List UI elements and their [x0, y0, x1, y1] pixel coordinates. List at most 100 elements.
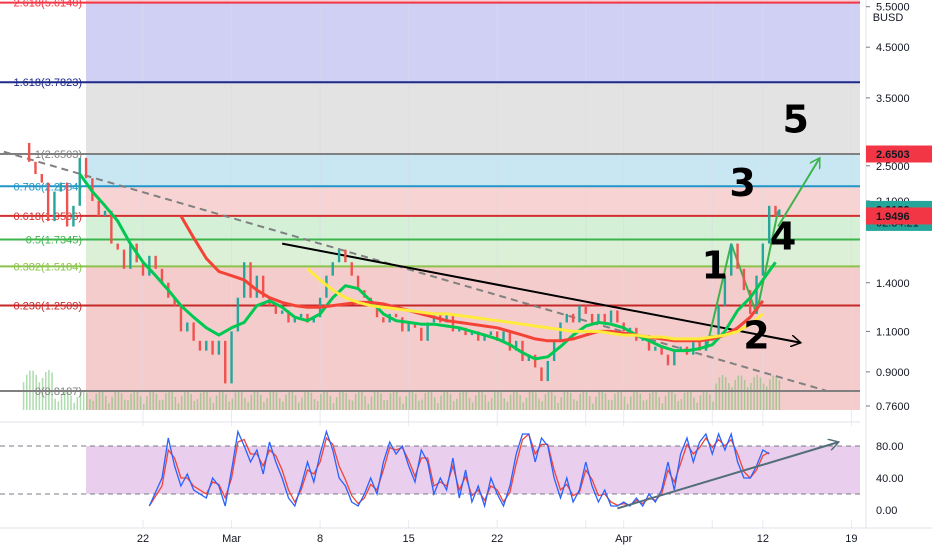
price-tick-label: 0.7600 [876, 401, 910, 413]
candle [46, 182, 50, 222]
price-axis: 5.50004.50003.50002.50002.10001.40001.10… [860, 0, 932, 550]
volume-bar [481, 390, 483, 410]
volume-bar [680, 399, 683, 410]
volume-bar [626, 403, 629, 410]
volume-bar [120, 393, 123, 410]
volume-bar [399, 396, 401, 410]
volume-bar [149, 391, 151, 410]
volume-bar [528, 391, 531, 410]
volume-bar [225, 394, 227, 410]
volume-bar [373, 391, 376, 410]
volume-bar [550, 390, 553, 410]
volume-bar [294, 395, 297, 410]
volume-bar [161, 399, 164, 410]
volume-bar [418, 400, 420, 410]
volume-bar [285, 394, 287, 410]
volume-bar [630, 396, 632, 410]
volume-bar [408, 391, 411, 410]
volume-bar [98, 390, 101, 410]
fib-band [86, 2, 860, 83]
volume-bar [762, 383, 765, 410]
volume-bar [617, 390, 619, 410]
volume-bar [775, 375, 777, 410]
volume-bar [427, 390, 430, 410]
candle [84, 157, 88, 179]
oscillator-panel [0, 421, 932, 520]
volume-bar [737, 375, 740, 410]
price-tick-label: 4.5000 [876, 42, 910, 54]
volume-bar [649, 393, 651, 410]
volume-bar [690, 391, 692, 410]
candle [337, 249, 341, 263]
volume-bar [184, 390, 186, 410]
volume-bar [76, 397, 79, 410]
volume-bar [143, 404, 145, 410]
volume-bar [323, 390, 325, 410]
volume-bar [674, 394, 676, 410]
volume-bar [604, 393, 607, 410]
candle [230, 331, 233, 384]
volume-bar [320, 394, 322, 410]
volume-bar [772, 375, 774, 410]
volume-bar [174, 396, 177, 410]
volume-bar [658, 397, 660, 410]
volume-bar [449, 394, 452, 410]
volume-bar [709, 394, 711, 410]
volume-bar [266, 398, 268, 410]
volume-bar [241, 392, 243, 410]
volume-bar [607, 399, 610, 410]
volume-bar [531, 390, 534, 410]
fib-label: 1(2.6503) [35, 149, 82, 161]
volume-bar [304, 391, 306, 410]
volume-bar [288, 390, 290, 410]
candle [559, 322, 562, 341]
volume-bar [440, 395, 442, 410]
volume-bar [592, 403, 594, 410]
volume-bar [769, 379, 771, 410]
candle [192, 322, 195, 341]
volume-bar [133, 390, 136, 410]
volume-bar [661, 403, 664, 410]
volume-bar [601, 390, 604, 410]
volume-bar [494, 392, 496, 410]
candle [72, 205, 75, 227]
chart[interactable]: 2.618(5.6140)1.618(3.7823)1(2.6503)0.786… [0, 0, 932, 550]
volume-bar [168, 390, 170, 410]
volume-bar [127, 400, 129, 410]
volume-bar [313, 398, 316, 410]
volume-bar [73, 402, 75, 410]
candle [65, 182, 69, 227]
candle [179, 305, 183, 332]
volume-bar [351, 400, 354, 410]
volume-bar [437, 403, 439, 410]
volume-bar [203, 390, 205, 410]
volume-bar [430, 391, 433, 410]
volume-bar [588, 396, 591, 410]
candle [546, 360, 549, 382]
volume-bar [557, 402, 559, 410]
candle [489, 331, 493, 336]
candle [198, 340, 202, 351]
candle [540, 367, 543, 382]
volume-bar [683, 392, 686, 410]
volume-bar [124, 399, 126, 410]
volume-bar [756, 375, 759, 410]
candle [502, 331, 505, 341]
volume-bar [424, 392, 426, 410]
volume-bar [177, 403, 180, 410]
candle [401, 317, 404, 332]
time-tick-label: 8 [317, 533, 323, 545]
candle [736, 243, 739, 269]
volume-bar [740, 375, 743, 410]
volume-bar [525, 397, 528, 410]
volume-bar [569, 392, 572, 410]
volume-bar [655, 391, 657, 410]
candle [116, 243, 119, 250]
candle [78, 157, 81, 206]
volume-bar [623, 396, 626, 410]
candle [274, 305, 278, 314]
volume-bar [671, 390, 673, 410]
volume-bar [734, 379, 736, 410]
fib-band [86, 82, 860, 154]
candle [666, 354, 670, 366]
